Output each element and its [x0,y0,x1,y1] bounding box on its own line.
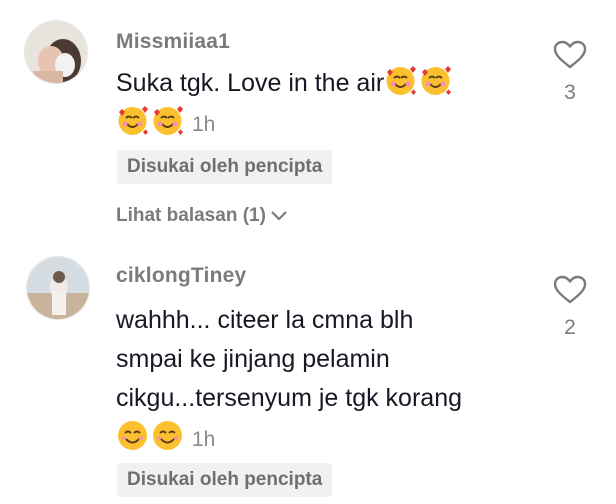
view-replies-label: Lihat balasan (1) [116,205,266,226]
comment-text-line: cikgu...tersenyum je tgk korang [116,384,462,412]
liked-by-creator-badge: Disukai oleh pencipta [117,463,333,497]
comment-time: 1h [192,113,216,136]
smiling-face-with-hearts-icon [384,64,417,97]
smiling-face-with-hearts-icon [151,104,184,137]
comment-text-line: Suka tgk. Love in the air [116,69,385,97]
comment-text: Suka tgk. Love in the air [116,63,454,103]
smiling-face-with-hearts-icon [419,64,452,97]
comment-text-line: wahhh... citeer la cmna blh [116,306,414,334]
like-button[interactable]: 2 [552,275,588,340]
comment-time: 1h [192,428,216,451]
comment-text-line: smpai ke jinjang pelamin [116,345,390,373]
avatar[interactable] [26,256,90,320]
like-count: 3 [564,81,576,104]
view-replies-button[interactable]: Lihat balasan (1) [116,205,288,227]
comment-item: ciklongTiney wahhh... citeer la cmna blh… [0,250,616,504]
like-button[interactable]: 3 [552,40,588,105]
comment-username[interactable]: Missmiiaa1 [116,30,230,54]
smiling-face-with-smiling-eyes-icon [116,419,149,452]
comment-item: Missmiiaa1 Suka tgk. Love in the air 1h … [0,0,616,250]
smiling-face-with-hearts-icon [116,104,149,137]
heart-icon [553,40,587,69]
smiling-face-with-smiling-eyes-icon [151,419,184,452]
comment-username[interactable]: ciklongTiney [116,264,246,288]
chevron-down-icon [271,211,287,221]
comment-text-line2: 1h [116,103,215,145]
like-count: 2 [564,316,576,339]
heart-icon [553,275,587,304]
liked-by-creator-badge: Disukai oleh pencipta [117,150,333,184]
avatar[interactable] [24,20,88,84]
comment-text-line: 1h [116,418,215,460]
